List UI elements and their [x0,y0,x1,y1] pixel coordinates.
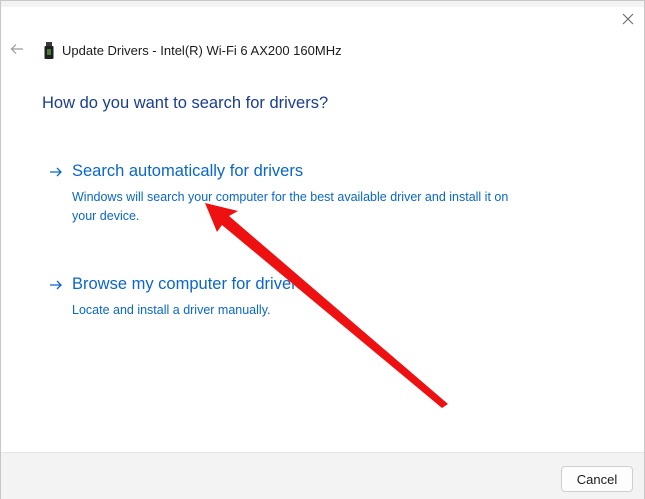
option-title: Browse my computer for drivers [72,275,305,293]
back-button[interactable] [7,39,27,59]
option-title: Search automatically for drivers [72,162,304,180]
back-arrow-icon [10,44,23,54]
search-automatically-option[interactable]: Search automatically for drivers Windows… [47,162,527,223]
close-button[interactable] [613,7,643,31]
right-arrow-icon [50,280,62,290]
title-bar [1,1,644,7]
cancel-button[interactable]: Cancel [561,466,633,492]
dialog-title: Update Drivers - Intel(R) Wi-Fi 6 AX200 … [62,43,342,58]
update-drivers-dialog: Update Drivers - Intel(R) Wi-Fi 6 AX200 … [0,0,645,499]
dialog-footer: Cancel [1,452,644,499]
network-adapter-icon [44,42,54,59]
right-arrow-icon [50,167,62,177]
option-description: Locate and install a driver manually. [72,303,271,317]
page-heading: How do you want to search for drivers? [42,94,329,112]
browse-computer-option[interactable]: Browse my computer for drivers Locate an… [47,275,527,320]
option-description: Windows will search your computer for th… [72,190,509,223]
close-icon [622,13,634,25]
